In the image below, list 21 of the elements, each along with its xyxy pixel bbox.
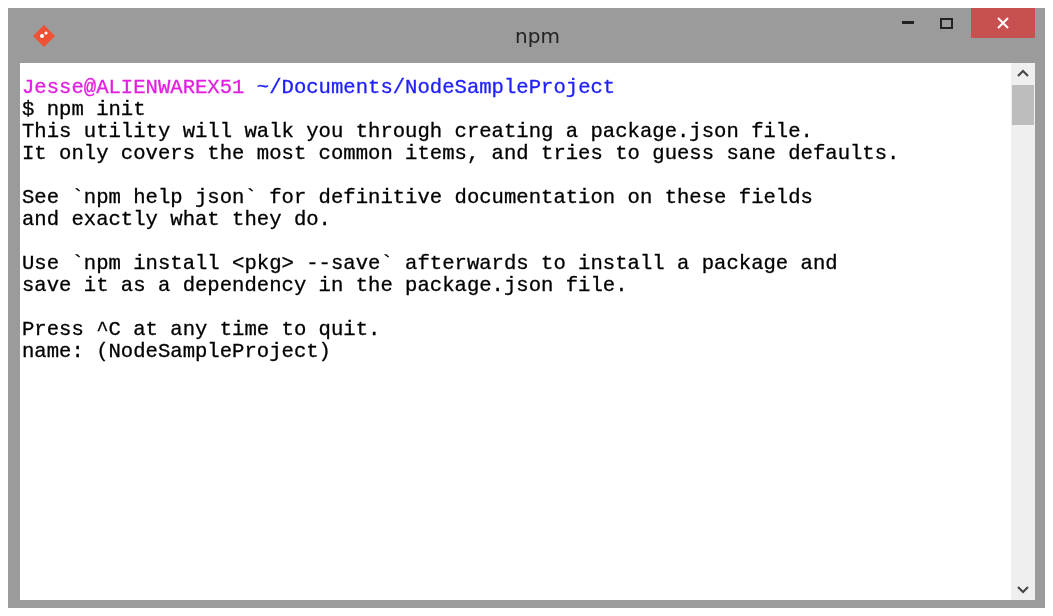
terminal-line: Use `npm install <pkg> --save` afterwards to install a package and <box>22 253 839 275</box>
terminal-line: It only covers the most common items, and tries to guess sane defaults. <box>22 143 901 165</box>
terminal-line: This utility will walk you through creating a package.json file. <box>22 121 814 143</box>
terminal-line: name: (NodeSampleProject) <box>22 341 332 363</box>
diamond-logo-icon <box>32 23 56 48</box>
terminal-line: save it as a dependency in the package.json file. <box>22 275 629 297</box>
scroll-up-icon[interactable] <box>1017 69 1029 77</box>
maximize-icon <box>939 17 953 29</box>
window-title: npm <box>514 23 561 48</box>
prompt-user: Jesse@ALIENWAREX51 <box>22 76 245 99</box>
close-icon <box>997 17 1009 29</box>
terminal-line: and exactly what they do. <box>22 209 332 231</box>
scrollbar-thumb[interactable] <box>1012 85 1034 125</box>
scrollbar[interactable] <box>1011 63 1035 600</box>
close-button[interactable] <box>971 8 1035 38</box>
terminal-line: See `npm help json` for definitive documentation on these fields <box>22 187 814 209</box>
terminal-line: Press ^C at any time to quit. <box>22 319 382 341</box>
minimize-icon <box>902 21 914 25</box>
prompt-path: ~/Documents/NodeSampleProject <box>256 76 616 99</box>
scroll-down-icon[interactable] <box>1017 586 1029 594</box>
terminal-line: $ npm init <box>22 99 147 121</box>
